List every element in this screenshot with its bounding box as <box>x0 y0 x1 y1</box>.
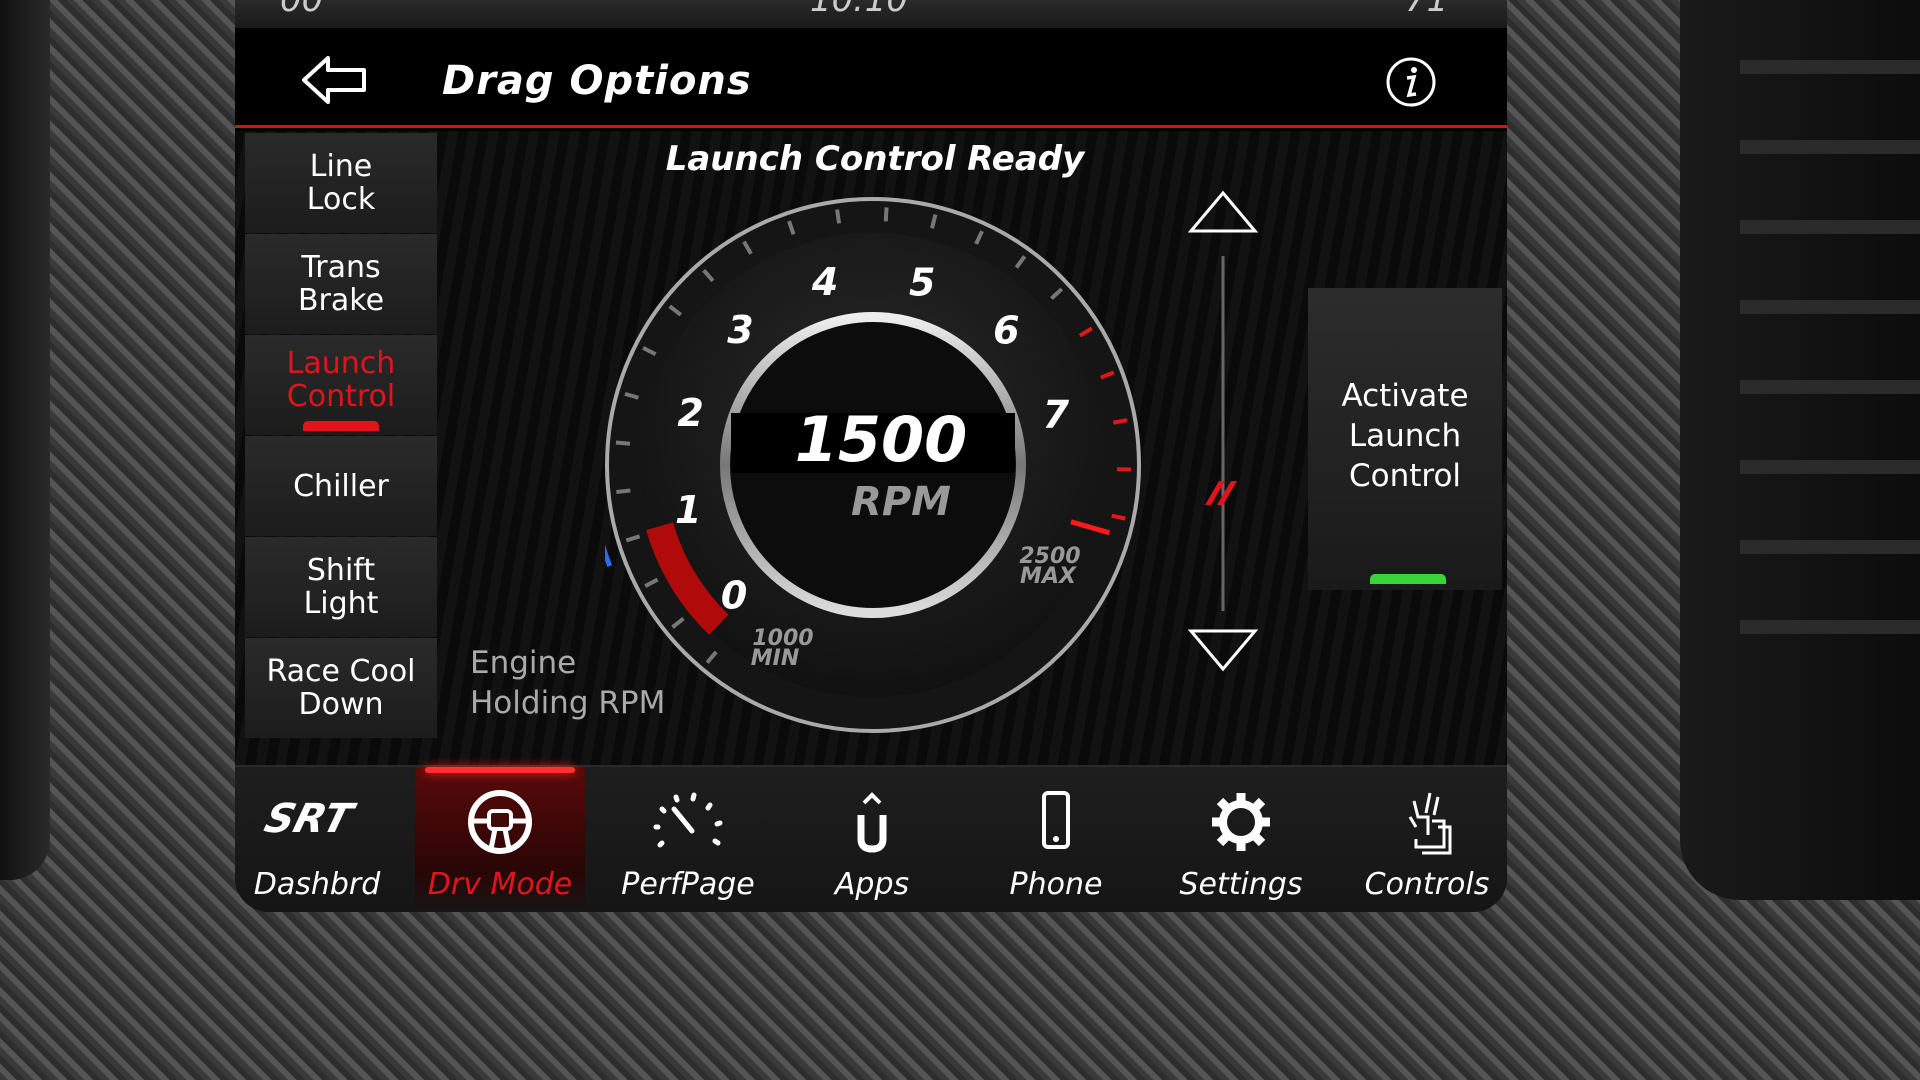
max-rpm-label: MAX <box>1020 564 1077 589</box>
bottom-nav: SRT Dashbrd Drv Mode PerfPage Apps Phone… <box>235 765 1507 912</box>
nav-drv-mode[interactable]: Drv Mode <box>415 767 585 912</box>
gauge-scale-label: 7 <box>1043 392 1070 436</box>
gauge-scale-label: 5 <box>909 260 935 304</box>
sidebar-item-chiller[interactable]: Chiller <box>245 436 437 536</box>
min-rpm-label: MIN <box>751 646 800 671</box>
dash-trim-left <box>0 0 50 880</box>
status-temp: 71 <box>1405 0 1449 20</box>
sidebar-item-label: Chiller <box>293 468 389 504</box>
nav-dashbrd[interactable]: SRT Dashbrd <box>235 767 402 912</box>
status-time: 10:10 <box>810 0 908 20</box>
sidebar-item-trans-brake[interactable]: Trans Brake <box>245 234 437 334</box>
gauge-scale-label: 1 <box>675 488 701 532</box>
nav-label: Dashbrd <box>253 867 381 902</box>
srt-logo: SRT <box>260 795 361 842</box>
gear-icon <box>1212 793 1270 851</box>
nav-label: Phone <box>1009 867 1103 902</box>
nav-label: Drv Mode <box>427 867 573 902</box>
status-left: 00 <box>280 0 324 20</box>
page-title: Drag Options <box>442 58 752 104</box>
launch-status-title: Launch Control Ready <box>665 139 1085 179</box>
gauge-scale-label: 6 <box>993 309 1019 353</box>
nav-settings[interactable]: Settings <box>1156 767 1326 912</box>
nav-phone[interactable]: Phone <box>971 767 1141 912</box>
infotainment-screen: 00 10:10 71 Drag Options Line Lock Trans… <box>235 0 1507 912</box>
nav-controls[interactable]: Controls <box>1342 767 1507 912</box>
gauge-tick <box>835 209 842 224</box>
sidebar-item-label: Line Lock <box>306 149 376 217</box>
gauge-tick <box>883 207 889 222</box>
sidebar: Line Lock Trans Brake Launch Control Chi… <box>245 133 437 739</box>
nav-label: PerfPage <box>621 867 755 902</box>
sidebar-item-line-lock[interactable]: Line Lock <box>245 133 437 233</box>
back-arrow-icon[interactable] <box>300 54 370 106</box>
ready-indicator <box>1370 574 1446 584</box>
sidebar-item-launch-control[interactable]: Launch Control <box>245 335 437 435</box>
holding-label-line2: Holding RPM <box>470 685 666 721</box>
steering-wheel-icon <box>468 790 532 854</box>
activate-launch-control-button[interactable]: Activate Launch Control <box>1308 288 1502 590</box>
sidebar-item-shift-light[interactable]: Shift Light <box>245 537 437 637</box>
decrease-rpm-button[interactable] <box>1187 629 1259 672</box>
sidebar-item-label: Shift Light <box>303 553 379 621</box>
sidebar-item-label: Race Cool Down <box>266 654 416 722</box>
info-icon[interactable] <box>1385 56 1437 108</box>
gauge-tick <box>1112 418 1128 425</box>
rpm-value: 1500 <box>795 403 968 476</box>
nav-apps[interactable]: Apps <box>787 767 957 912</box>
rpm-adjuster <box>1187 190 1259 672</box>
phone-icon <box>1042 791 1070 849</box>
gauge-icon <box>653 792 723 848</box>
engine-holding-rpm-label: Engine Holding RPM <box>470 643 665 723</box>
svg-text:SRT: SRT <box>260 795 361 842</box>
gauge-tick <box>616 488 631 494</box>
nav-label: Settings <box>1179 867 1303 902</box>
holding-label-line1: Engine <box>470 645 577 681</box>
nav-perfpage[interactable]: PerfPage <box>603 767 773 912</box>
main-panel: Line Lock Trans Brake Launch Control Chi… <box>235 131 1507 765</box>
gauge-scale-label: 0 <box>721 574 747 618</box>
gauge-scale-label: 3 <box>727 308 753 352</box>
nav-label: Apps <box>834 867 910 902</box>
activate-label-line2: Launch <box>1348 418 1462 454</box>
controls-icon <box>1408 792 1452 855</box>
activate-label-line3: Control <box>1348 458 1462 494</box>
status-bar: 00 10:10 71 <box>235 0 1507 28</box>
nav-label: Controls <box>1364 867 1490 902</box>
header: Drag Options <box>235 28 1507 128</box>
activate-label-line1: Activate <box>1341 378 1469 414</box>
gauge-tick <box>1111 513 1126 521</box>
rpm-gauge: 01234 567 1500 RPM 2500 MAX 1000 MIN <box>605 197 1141 733</box>
gauge-scale-label: 4 <box>811 260 838 304</box>
rpm-unit: RPM <box>851 479 951 525</box>
apps-icon <box>857 792 887 853</box>
air-vent <box>1680 0 1920 900</box>
gauge-tick <box>615 440 631 446</box>
increase-rpm-button[interactable] <box>1187 190 1259 233</box>
sidebar-item-label: Launch Control <box>286 346 396 414</box>
rpm-slider-handle[interactable] <box>1205 481 1237 505</box>
sidebar-item-label: Trans Brake <box>297 250 385 318</box>
gauge-scale-label: 2 <box>677 391 703 435</box>
sidebar-item-race-cool-down[interactable]: Race Cool Down <box>245 638 437 738</box>
